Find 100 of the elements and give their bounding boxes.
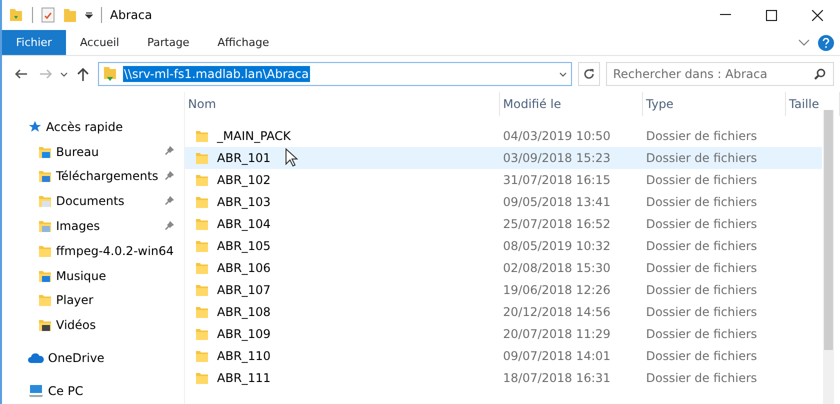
computer-icon xyxy=(28,384,44,398)
ribbon-tab[interactable]: Accueil xyxy=(66,30,134,55)
cloud-icon xyxy=(28,353,44,364)
folder-icon xyxy=(195,305,209,319)
folder-icon xyxy=(195,195,209,209)
sidebar-item[interactable]: Documents xyxy=(2,188,184,214)
mouse-cursor-icon xyxy=(285,148,298,168)
file-type: Dossier de fichiers xyxy=(645,349,758,363)
file-row[interactable]: ABR_104 25/07/2018 16:52 Dossier de fichiers xyxy=(185,213,822,235)
file-type: Dossier de fichiers xyxy=(645,305,758,319)
folder-icon xyxy=(38,194,52,208)
chevron-down-icon[interactable] xyxy=(798,39,810,46)
chevron-down-icon[interactable] xyxy=(60,72,68,76)
modified-date: 20/07/2018 11:29 xyxy=(502,327,612,341)
sidebar-item[interactable]: Téléchargements xyxy=(2,164,184,189)
file-row[interactable]: ABR_103 09/05/2018 13:41 Dossier de fichiers xyxy=(185,191,822,213)
sidebar-item[interactable]: Vidéos xyxy=(2,312,184,338)
file-name: ABR_105 xyxy=(217,239,271,253)
folder-icon xyxy=(195,327,209,341)
folder-icon xyxy=(38,293,52,308)
maximize-icon xyxy=(766,10,776,20)
file-type: Dossier de fichiers xyxy=(645,151,758,165)
refresh-icon xyxy=(583,68,595,80)
folder-icon xyxy=(38,318,52,332)
search-field[interactable]: Rechercher dans : Abraca xyxy=(606,62,834,86)
back-arrow-icon[interactable] xyxy=(14,69,28,79)
file-type: Dossier de fichiers xyxy=(645,217,758,231)
ribbon-tab[interactable]: Partage xyxy=(133,30,204,55)
file-name: ABR_107 xyxy=(217,283,271,297)
pin-icon[interactable] xyxy=(164,194,175,206)
file-row[interactable]: _MAIN_PACK 04/03/2019 10:50 Dossier de fichiers xyxy=(185,125,822,147)
scrollbar[interactable] xyxy=(823,110,834,404)
ribbon-tab[interactable]: Affichage xyxy=(203,30,284,55)
window-title: Abraca xyxy=(110,8,152,22)
file-type: Dossier de fichiers xyxy=(645,173,758,187)
chevron-down-icon[interactable] xyxy=(559,72,567,76)
file-name: ABR_102 xyxy=(217,173,271,187)
file-row[interactable]: ABR_109 20/07/2018 11:29 Dossier de fichiers xyxy=(185,323,822,345)
search-icon[interactable] xyxy=(814,68,826,80)
file-type: Dossier de fichiers xyxy=(645,129,758,143)
pin-icon[interactable] xyxy=(164,170,175,182)
file-type: Dossier de fichiers xyxy=(645,327,758,341)
column-header[interactable]: Type xyxy=(643,92,786,116)
up-arrow-icon[interactable] xyxy=(77,68,89,80)
help-icon[interactable] xyxy=(818,34,834,50)
folder-icon xyxy=(38,169,52,184)
file-row[interactable]: ABR_108 20/12/2018 14:56 Dossier de fichiers xyxy=(185,301,822,323)
file-name: ABR_108 xyxy=(217,305,271,319)
folder-icon xyxy=(195,371,209,385)
file-row[interactable]: ABR_106 02/08/2018 15:30 Dossier de fichiers xyxy=(185,257,822,279)
file-row[interactable]: ABR_107 19/06/2018 12:26 Dossier de fichiers xyxy=(185,279,822,301)
folder-icon xyxy=(195,217,209,231)
properties-icon[interactable] xyxy=(41,7,55,23)
file-type: Dossier de fichiers xyxy=(645,261,758,275)
scrollbar-thumb[interactable] xyxy=(824,110,833,350)
file-name: _MAIN_PACK xyxy=(217,129,291,143)
sidebar-item[interactable]: Accès rapide xyxy=(2,114,184,140)
column-header[interactable]: Nom xyxy=(185,92,500,116)
sidebar-item[interactable]: Bureau xyxy=(2,139,184,164)
file-type: Dossier de fichiers xyxy=(645,371,758,385)
folder-icon xyxy=(38,144,52,159)
close-icon xyxy=(812,10,822,20)
sidebar-item[interactable]: Ce PC xyxy=(2,378,184,404)
modified-date: 19/06/2018 12:26 xyxy=(502,283,612,297)
modified-date: 04/03/2019 10:50 xyxy=(502,129,612,143)
file-row[interactable]: ABR_102 31/07/2018 16:15 Dossier de fichiers xyxy=(185,169,822,191)
modified-date: 08/05/2019 10:32 xyxy=(502,239,612,253)
folder-icon xyxy=(195,151,209,165)
pin-icon[interactable] xyxy=(164,145,175,156)
sidebar-item[interactable]: Images xyxy=(2,214,184,238)
file-name: ABR_101 xyxy=(217,151,271,165)
sidebar-item[interactable]: Player xyxy=(2,288,184,313)
address-field[interactable]: \\srv-ml-fs1.madlab.lan\Abraca xyxy=(98,62,572,86)
folder-icon xyxy=(195,349,209,363)
file-type: Dossier de fichiers xyxy=(645,239,758,253)
file-row[interactable]: ABR_105 08/05/2019 10:32 Dossier de fichiers xyxy=(185,235,822,257)
folder-icon[interactable] xyxy=(8,7,24,23)
folder-icon xyxy=(195,283,209,297)
folder-icon xyxy=(38,244,52,258)
sidebar-item[interactable]: Musique xyxy=(2,263,184,288)
modified-date: 03/09/2018 15:23 xyxy=(502,151,612,165)
column-header[interactable]: Modifié le xyxy=(500,92,643,116)
modified-date: 20/12/2018 14:56 xyxy=(502,305,612,319)
dropdown-icon[interactable] xyxy=(85,11,93,19)
file-row[interactable]: ABR_110 09/07/2018 14:01 Dossier de fichiers xyxy=(185,345,822,367)
folder-icon xyxy=(38,219,52,233)
folder-icon xyxy=(38,268,52,283)
sidebar-item[interactable]: OneDrive xyxy=(2,346,184,371)
file-type: Dossier de fichiers xyxy=(645,283,758,297)
file-name: ABR_104 xyxy=(217,217,271,231)
modified-date: 18/07/2018 16:31 xyxy=(502,371,612,385)
refresh-button[interactable] xyxy=(578,62,600,86)
pin-icon[interactable] xyxy=(164,220,175,231)
modified-date: 31/07/2018 16:15 xyxy=(502,173,612,187)
file-name: ABR_109 xyxy=(217,327,271,341)
minimize-icon xyxy=(720,14,730,16)
file-row[interactable]: ABR_101 03/09/2018 15:23 Dossier de fichiers xyxy=(185,147,822,169)
file-row[interactable]: ABR_111 18/07/2018 16:31 Dossier de fichiers xyxy=(185,367,822,389)
sidebar-item[interactable]: ffmpeg-4.0.2-win64 xyxy=(2,238,184,264)
ribbon-tab[interactable]: Fichier xyxy=(2,30,66,55)
